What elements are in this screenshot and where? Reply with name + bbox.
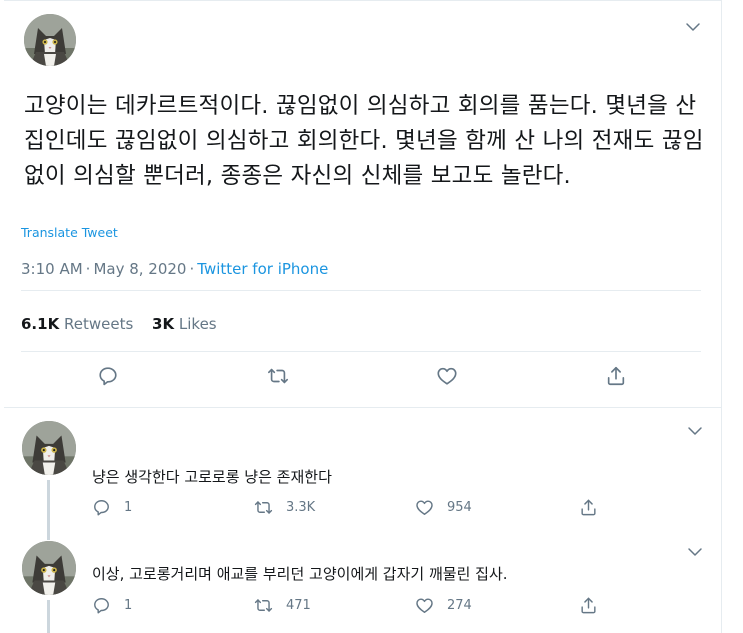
reply-icon xyxy=(94,500,109,516)
reply-text: 냥은 생각한다 고로로롱 냥은 존재한다 xyxy=(92,468,332,486)
like-count: 954 xyxy=(447,500,472,515)
heart-icon[interactable] xyxy=(436,365,458,387)
thread-line xyxy=(47,600,50,633)
tweet-date[interactable]: May 8, 2020 xyxy=(93,260,186,278)
retweet-icon xyxy=(254,599,273,612)
cat-avatar-image xyxy=(22,541,76,595)
like-button[interactable]: 274 xyxy=(415,596,472,615)
reply-actions: 1 471 274 xyxy=(92,596,612,618)
cat-avatar-image xyxy=(24,14,76,66)
meta-separator: · xyxy=(189,260,195,278)
chevron-down-icon[interactable] xyxy=(686,422,704,440)
tweet-source-link[interactable]: Twitter for iPhone xyxy=(197,260,328,278)
like-button[interactable]: 954 xyxy=(415,498,472,517)
reply-tweet[interactable]: 냥은 생각한다 고로로롱 냥은 존재한다 1 3.3K 954 xyxy=(4,408,722,536)
chevron-down-icon[interactable] xyxy=(686,543,704,561)
avatar[interactable] xyxy=(22,541,76,595)
heart-icon xyxy=(416,598,433,613)
reply-actions: 1 3.3K 954 xyxy=(92,498,612,520)
likes-label: Likes xyxy=(178,315,217,333)
tweet-meta: 3:10 AM · May 8, 2020 · Twitter for iPhone xyxy=(21,260,328,278)
retweets-label: Retweets xyxy=(63,315,134,333)
likes-count: 3K xyxy=(152,315,175,333)
retweet-button[interactable]: 471 xyxy=(254,596,311,615)
share-icon xyxy=(581,597,596,614)
reply-icon xyxy=(94,598,109,614)
retweet-count: 3.3K xyxy=(286,500,316,515)
reply-count: 1 xyxy=(124,598,133,613)
retweet-count: 471 xyxy=(286,598,311,613)
reply-button[interactable]: 1 xyxy=(92,498,132,517)
divider xyxy=(21,290,701,291)
reply-tweet[interactable]: 이상, 고로롱거리며 애교를 부리던 고양이에게 갑자기 깨물린 집사. 1 4… xyxy=(4,536,722,633)
like-count: 274 xyxy=(447,598,472,613)
retweets-stat[interactable]: 6.1K Retweets xyxy=(21,315,133,333)
reply-text: 이상, 고로롱거리며 애교를 부리던 고양이에게 갑자기 깨물린 집사. xyxy=(92,565,508,583)
avatar[interactable] xyxy=(24,14,76,66)
share-icon[interactable] xyxy=(605,365,627,387)
tweet-actions xyxy=(4,365,722,395)
tweet-stats: 6.1K Retweets 3K Likes xyxy=(21,315,231,333)
likes-stat[interactable]: 3K Likes xyxy=(152,315,217,333)
reply-icon[interactable] xyxy=(97,365,119,387)
avatar[interactable] xyxy=(22,421,76,475)
reply-count: 1 xyxy=(124,500,133,515)
retweet-icon[interactable] xyxy=(267,365,289,387)
main-tweet: 고양이는 데카르트적이다. 끊임없이 의심하고 회의를 품는다. 몇년을 산 집… xyxy=(4,1,722,408)
cat-avatar-image xyxy=(22,421,76,475)
tweet-time[interactable]: 3:10 AM xyxy=(21,260,83,278)
thread-line xyxy=(47,536,50,540)
thread-line xyxy=(47,480,50,536)
divider xyxy=(21,351,701,352)
retweet-icon xyxy=(254,501,273,514)
chevron-down-icon[interactable] xyxy=(684,18,702,36)
tweet-text: 고양이는 데카르트적이다. 끊임없이 의심하고 회의를 품는다. 몇년을 산 집… xyxy=(24,93,704,189)
share-icon xyxy=(581,499,596,516)
meta-separator: · xyxy=(85,260,91,278)
reply-button[interactable]: 1 xyxy=(92,596,132,615)
translate-tweet-link[interactable]: Translate Tweet xyxy=(21,225,118,240)
timeline: 고양이는 데카르트적이다. 끊임없이 의심하고 회의를 품는다. 몇년을 산 집… xyxy=(4,0,722,633)
share-button[interactable] xyxy=(579,596,611,615)
retweets-count: 6.1K xyxy=(21,315,60,333)
share-button[interactable] xyxy=(579,498,611,517)
retweet-button[interactable]: 3.3K xyxy=(254,498,315,517)
heart-icon xyxy=(416,500,433,515)
